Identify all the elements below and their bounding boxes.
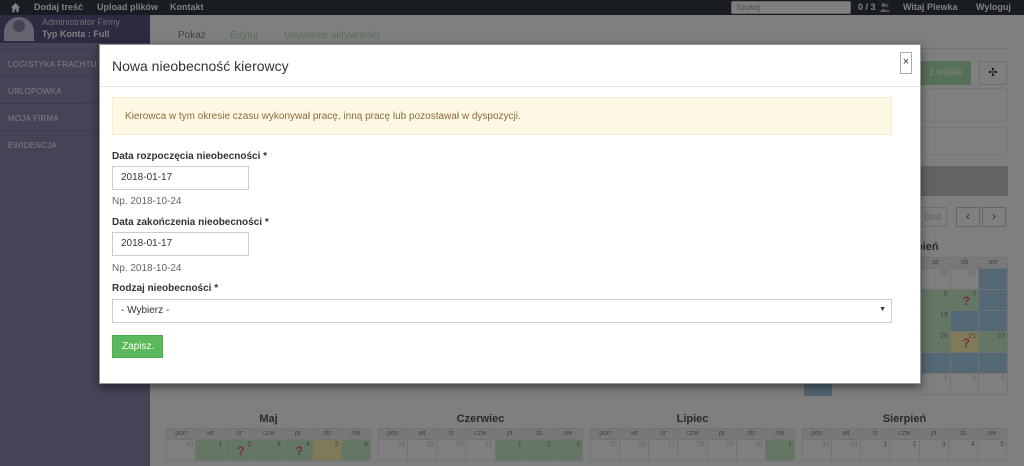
absence-type-label: Rodzaj nieobecności *	[112, 283, 219, 294]
end-date-input[interactable]: 2018-01-17	[112, 232, 249, 256]
end-date-label: Data zakończenia nieobecności *	[112, 217, 269, 228]
caret-down-icon: ▼	[879, 306, 886, 313]
absence-type-select[interactable]: - Wybierz - ▼	[112, 299, 892, 323]
warning-alert: Kierowca w tym okresie czasu wykonywał p…	[112, 97, 892, 135]
modal-divider	[100, 86, 920, 87]
start-date-input[interactable]: 2018-01-17	[112, 166, 249, 190]
absence-modal: Nowa nieobecność kierowcy × Kierowca w t…	[99, 44, 921, 384]
modal-title: Nowa nieobecność kierowcy	[112, 58, 289, 74]
end-date-hint: Np. 2018-10-24	[112, 263, 182, 274]
start-date-hint: Np. 2018-10-24	[112, 196, 182, 207]
absence-type-value: - Wybierz -	[121, 305, 170, 316]
start-date-label: Data rozpoczęcia nieobecności *	[112, 151, 268, 162]
save-button[interactable]: Zapisz.	[112, 335, 163, 358]
close-icon[interactable]: ×	[900, 52, 912, 74]
